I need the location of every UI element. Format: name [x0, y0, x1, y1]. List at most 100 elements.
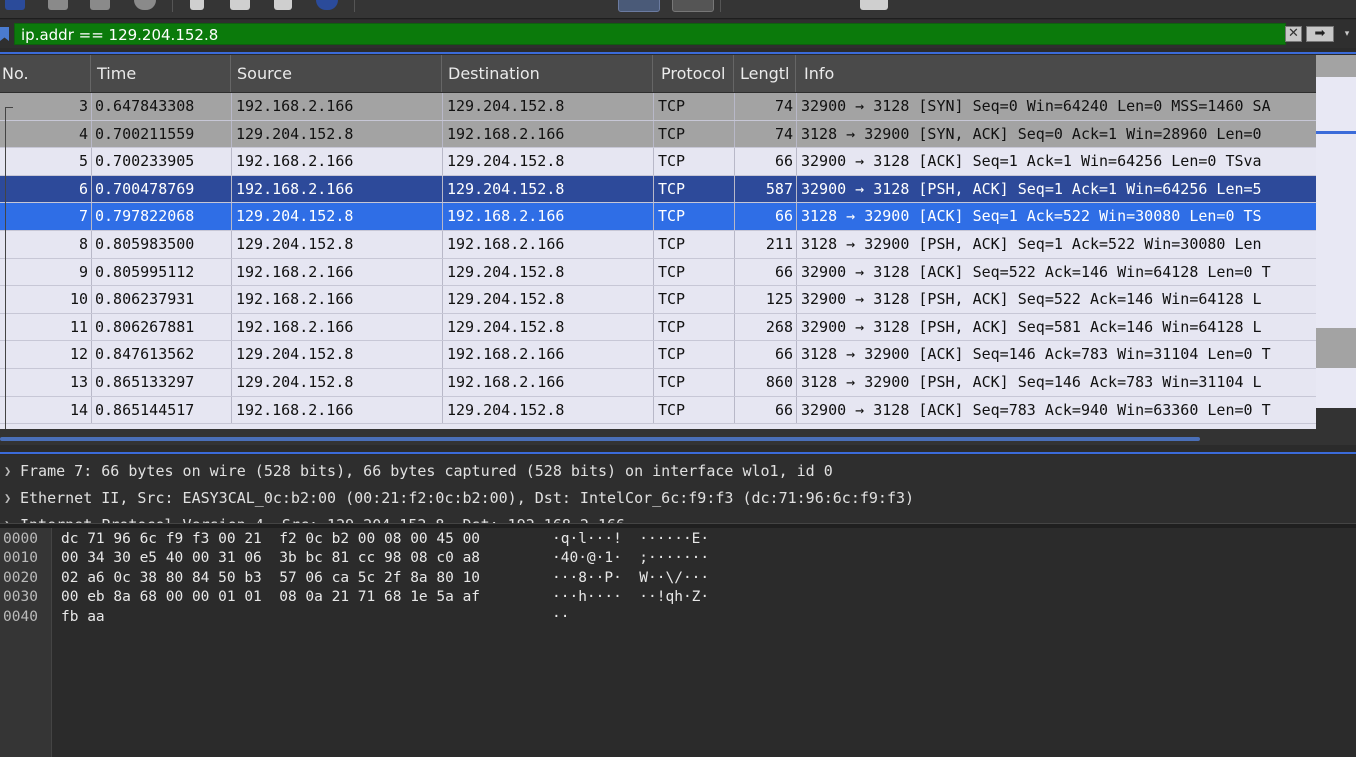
column-divider [442, 175, 443, 203]
capture-options-icon[interactable] [134, 0, 156, 10]
column-header-destination[interactable]: Destination [442, 55, 653, 92]
packet-no: 5 [78, 152, 88, 171]
details-tree-item[interactable]: ❯ Ethernet II, Src: EASY3CAL_0c:b2:00 (0… [0, 485, 1356, 512]
minimap-position-marker [1316, 131, 1356, 134]
column-divider [734, 148, 735, 175]
auto-scroll-icon[interactable] [672, 0, 714, 12]
packet-source: 192.168.2.166 [236, 317, 354, 336]
colorize-toggle-icon[interactable] [618, 0, 660, 12]
packet-row[interactable]: 3 0.647843308 192.168.2.166 129.204.152.8 TC… [0, 93, 1316, 121]
packet-details-tree[interactable]: ❯ Frame 7: 66 bytes on wire (528 bits), … [0, 455, 1356, 523]
packet-length: 66 [774, 262, 793, 281]
packet-list-hscrollbar[interactable] [0, 429, 1356, 445]
packet-info: 3128 → 32900 [PSH, ACK] Seq=1 Ack=522 Wi… [801, 235, 1262, 253]
column-divider [653, 286, 654, 313]
packet-row[interactable]: 8 0.805983500 129.204.152.8 192.168.2.166 TC… [0, 231, 1316, 259]
packet-info: 32900 → 3128 [SYN] Seq=0 Win=64240 Len=0… [801, 97, 1271, 115]
hscrollbar-thumb[interactable] [0, 437, 1200, 441]
pane-divider [0, 52, 1356, 54]
resize-columns-icon[interactable] [860, 0, 888, 10]
packet-row[interactable]: 9 0.805995112 192.168.2.166 129.204.152.8 TC… [0, 258, 1316, 287]
save-file-icon[interactable] [230, 0, 250, 10]
pane-divider[interactable] [0, 452, 1356, 454]
column-divider [653, 148, 654, 175]
column-divider [442, 369, 443, 396]
expand-arrow-icon[interactable]: ❯ [4, 485, 11, 512]
packet-row[interactable]: 4 0.700211559 129.204.152.8 192.168.2.166 TC… [0, 120, 1316, 149]
packet-row[interactable]: 12 0.847613562 129.204.152.8 192.168.2.166 T… [0, 341, 1316, 369]
bytes-offset: 0000 [3, 531, 38, 547]
column-header-source[interactable]: Source [231, 55, 442, 92]
start-capture-icon[interactable] [5, 0, 25, 10]
column-divider [796, 369, 797, 396]
filter-history-dropdown-icon[interactable]: ▾ [1340, 26, 1354, 42]
packet-row[interactable]: 5 0.700233905 192.168.2.166 129.204.152.8 TC… [0, 148, 1316, 176]
details-tree-item[interactable]: ❯ Frame 7: 66 bytes on wire (528 bits), … [0, 458, 1356, 485]
packet-source: 192.168.2.166 [236, 179, 354, 198]
packet-row[interactable]: 7 0.797822068 129.204.152.8 192.168.2.166 TC… [0, 203, 1316, 231]
column-divider [653, 369, 654, 396]
clear-filter-icon[interactable]: ✕ [1285, 26, 1302, 42]
details-item-label: Ethernet II, Src: EASY3CAL_0c:b2:00 (00:… [20, 489, 915, 507]
packet-info: 32900 → 3128 [PSH, ACK] Seq=1 Ack=1 Win=… [801, 179, 1262, 198]
packet-row[interactable]: 6 0.700478769 192.168.2.166 129.204.152.8 TC… [0, 175, 1316, 204]
bytes-hex: dc 71 96 6c f9 f3 00 21 f2 0c b2 00 08 0… [61, 531, 481, 547]
column-header-time[interactable]: Time [91, 55, 231, 92]
toolbar-separator [172, 0, 173, 12]
packet-protocol: TCP [658, 290, 686, 309]
restart-capture-icon[interactable] [90, 0, 110, 10]
packet-time: 0.865133297 [95, 373, 195, 391]
display-filter-input[interactable]: ip.addr == 129.204.152.8 [14, 23, 1286, 45]
column-divider [442, 120, 443, 148]
column-divider [91, 258, 92, 286]
packet-protocol: TCP [658, 97, 686, 115]
packet-time: 0.647843308 [95, 97, 195, 115]
packet-row[interactable]: 13 0.865133297 129.204.152.8 192.168.2.166 T… [0, 369, 1316, 397]
packet-destination: 192.168.2.166 [447, 124, 565, 143]
column-divider [734, 396, 735, 424]
column-divider [796, 341, 797, 368]
packet-time: 0.700478769 [95, 179, 195, 198]
packet-source: 192.168.2.166 [236, 97, 354, 115]
column-divider [91, 341, 92, 368]
packet-destination: 192.168.2.166 [447, 373, 565, 391]
packet-list-minimap-scrollbar[interactable] [1316, 55, 1356, 429]
packet-time: 0.847613562 [95, 345, 195, 364]
packet-source: 129.204.152.8 [236, 373, 354, 391]
column-divider [653, 93, 654, 120]
packet-time: 0.806267881 [95, 317, 195, 336]
column-header-info[interactable]: Info [796, 55, 1316, 92]
reload-file-icon[interactable] [316, 0, 338, 10]
packet-no: 7 [78, 207, 88, 226]
column-header-no[interactable]: No. [0, 55, 91, 92]
column-header-length[interactable]: Lengtl [734, 55, 796, 92]
open-file-icon[interactable] [190, 0, 204, 10]
apply-filter-icon[interactable]: ➡ [1306, 26, 1334, 42]
bytes-ascii: ·q·l···! ······E· [552, 531, 710, 547]
column-divider [91, 231, 92, 258]
column-divider [231, 369, 232, 396]
packet-info: 32900 → 3128 [ACK] Seq=1 Ack=1 Win=64256… [801, 152, 1262, 171]
column-divider [91, 313, 92, 341]
column-header-protocol[interactable]: Protocol [653, 55, 734, 92]
close-file-icon[interactable] [274, 0, 292, 10]
bytes-ascii: ···8··P· W··\/··· [552, 569, 710, 586]
packet-row[interactable]: 14 0.865144517 192.168.2.166 129.204.152.8 T… [0, 396, 1316, 425]
column-divider [91, 369, 92, 396]
column-divider [91, 175, 92, 203]
packet-row[interactable]: 10 0.806237931 192.168.2.166 129.204.152.8 T… [0, 286, 1316, 314]
main-toolbar [0, 0, 1356, 19]
column-divider [91, 120, 92, 148]
expand-arrow-icon[interactable]: ❯ [4, 512, 11, 523]
expand-arrow-icon[interactable]: ❯ [4, 458, 11, 485]
packet-list[interactable]: No. Time Source Destination Protocol Len… [0, 55, 1316, 429]
packet-no: 12 [69, 345, 88, 364]
stop-capture-icon[interactable] [48, 0, 68, 10]
toolbar-separator [720, 0, 721, 12]
column-divider [231, 231, 232, 258]
column-divider [442, 203, 443, 230]
packet-row[interactable]: 11 0.806267881 192.168.2.166 129.204.152.8 T… [0, 313, 1316, 342]
filter-bookmark-icon[interactable] [0, 27, 9, 41]
packet-bytes-pane[interactable]: 0000 dc 71 96 6c f9 f3 00 21 f2 0c b2 00 … [0, 528, 1356, 757]
details-tree-item[interactable]: ❯ Internet Protocol Version 4, Src: 129.… [0, 512, 1356, 523]
